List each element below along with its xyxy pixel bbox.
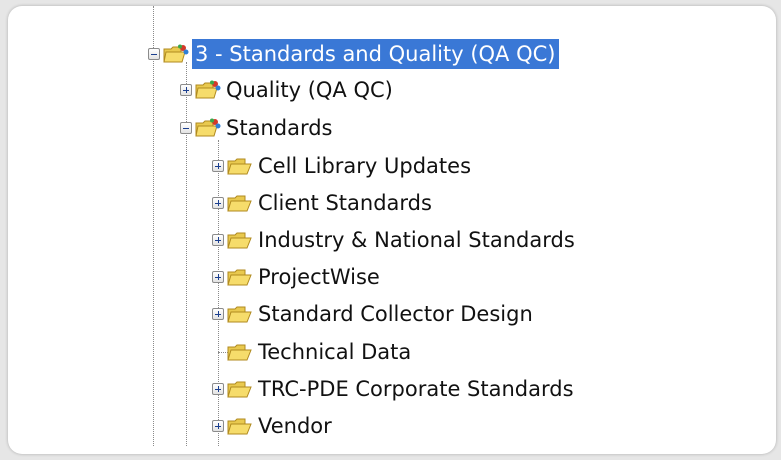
folder-icon [227,158,252,175]
tree-view-panel: 3 - Standards and Quality (QA QC) Qualit… [8,6,776,454]
folder-icon [227,344,252,361]
expand-toggle[interactable] [180,84,192,96]
folder-icon [227,232,252,249]
tree-item-root[interactable]: 3 - Standards and Quality (QA QC) [148,38,559,70]
tree-item-label: Standard Collector Design [258,302,533,326]
tree-item-vendor[interactable]: Vendor [212,410,332,442]
tree-item-label: Industry & National Standards [258,228,575,252]
expand-toggle[interactable] [212,197,224,209]
special-folder-icon [195,118,221,137]
tree-item-quality[interactable]: Quality (QA QC) [180,74,393,106]
tree-item-label: Vendor [258,414,332,438]
tree-item-technical-data[interactable]: Technical Data [212,336,411,368]
collapse-toggle[interactable] [148,48,160,60]
expand-toggle[interactable] [212,160,224,172]
folder-icon [227,418,252,435]
tree-connector [153,6,154,446]
special-folder-icon [195,80,221,99]
tree-item-label: TRC-PDE Corporate Standards [258,377,574,401]
folder-icon [227,381,252,398]
tree-item-label: Quality (QA QC) [226,78,393,102]
tree-item-label: ProjectWise [258,265,380,289]
tree-item-client-standards[interactable]: Client Standards [212,187,432,219]
tree-item-label: 3 - Standards and Quality (QA QC) [192,39,559,69]
tree-item-standards[interactable]: Standards [180,112,332,144]
tree-item-trc-pde-corporate-standards[interactable]: TRC-PDE Corporate Standards [212,373,574,405]
folder-icon [227,195,252,212]
expand-toggle[interactable] [212,271,224,283]
tree-item-label: Standards [226,116,333,140]
tree-item-standard-collector-design[interactable]: Standard Collector Design [212,298,533,330]
tree-item-cell-library-updates[interactable]: Cell Library Updates [212,150,471,182]
expand-toggle[interactable] [212,308,224,320]
tree-item-label: Technical Data [258,340,412,364]
tree-item-label: Cell Library Updates [258,154,472,178]
special-folder-icon [163,44,189,63]
folder-icon [227,269,252,286]
expand-toggle[interactable] [212,420,224,432]
tree-item-projectwise[interactable]: ProjectWise [212,261,380,293]
tree-item-label: Client Standards [258,191,432,215]
expand-toggle[interactable] [212,383,224,395]
collapse-toggle[interactable] [180,122,192,134]
tree-item-industry-national-standards[interactable]: Industry & National Standards [212,224,575,256]
folder-icon [227,306,252,323]
expand-toggle[interactable] [212,234,224,246]
